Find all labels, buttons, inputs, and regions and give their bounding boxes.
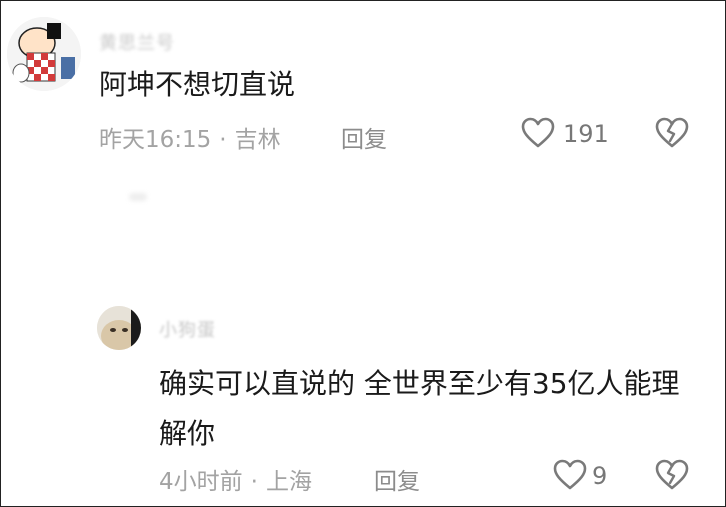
heart-outline-icon[interactable]: [521, 117, 555, 153]
comment-time: 昨天16:15: [99, 127, 212, 153]
comment-section: 黄思兰号 阿坤不想切直说 昨天16:15 · 吉林 回复 191 小狗蛋 确实可以直…: [0, 0, 726, 507]
comment-time: 4小时前: [159, 469, 243, 495]
avatar[interactable]: [97, 306, 141, 350]
comment-text: 确实可以直说的 全世界至少有35亿人能理解你: [159, 367, 680, 450]
comment-location: 上海: [265, 469, 312, 495]
like-count: 9: [592, 462, 608, 490]
photo-avatar-icon: [97, 306, 141, 350]
meta-separator: ·: [250, 469, 258, 495]
reply-button[interactable]: 回复: [374, 462, 420, 496]
broken-heart-icon[interactable]: [655, 117, 689, 153]
cartoon-avatar-icon: [7, 17, 81, 91]
comment-location: 吉林: [234, 127, 281, 153]
faint-mark: [129, 193, 147, 201]
username[interactable]: 小狗蛋: [159, 316, 216, 342]
comment-meta: 4小时前 · 上海: [159, 462, 312, 496]
broken-heart-icon[interactable]: [655, 459, 689, 495]
like-count: 191: [563, 120, 609, 148]
comment-meta: 昨天16:15 · 吉林: [99, 120, 281, 154]
avatar[interactable]: [7, 17, 81, 91]
meta-separator: ·: [219, 127, 227, 153]
heart-outline-icon[interactable]: [553, 459, 587, 495]
reply-button[interactable]: 回复: [341, 120, 387, 154]
username[interactable]: 黄思兰号: [99, 29, 175, 55]
comment-text: 阿坤不想切直说: [99, 68, 296, 101]
